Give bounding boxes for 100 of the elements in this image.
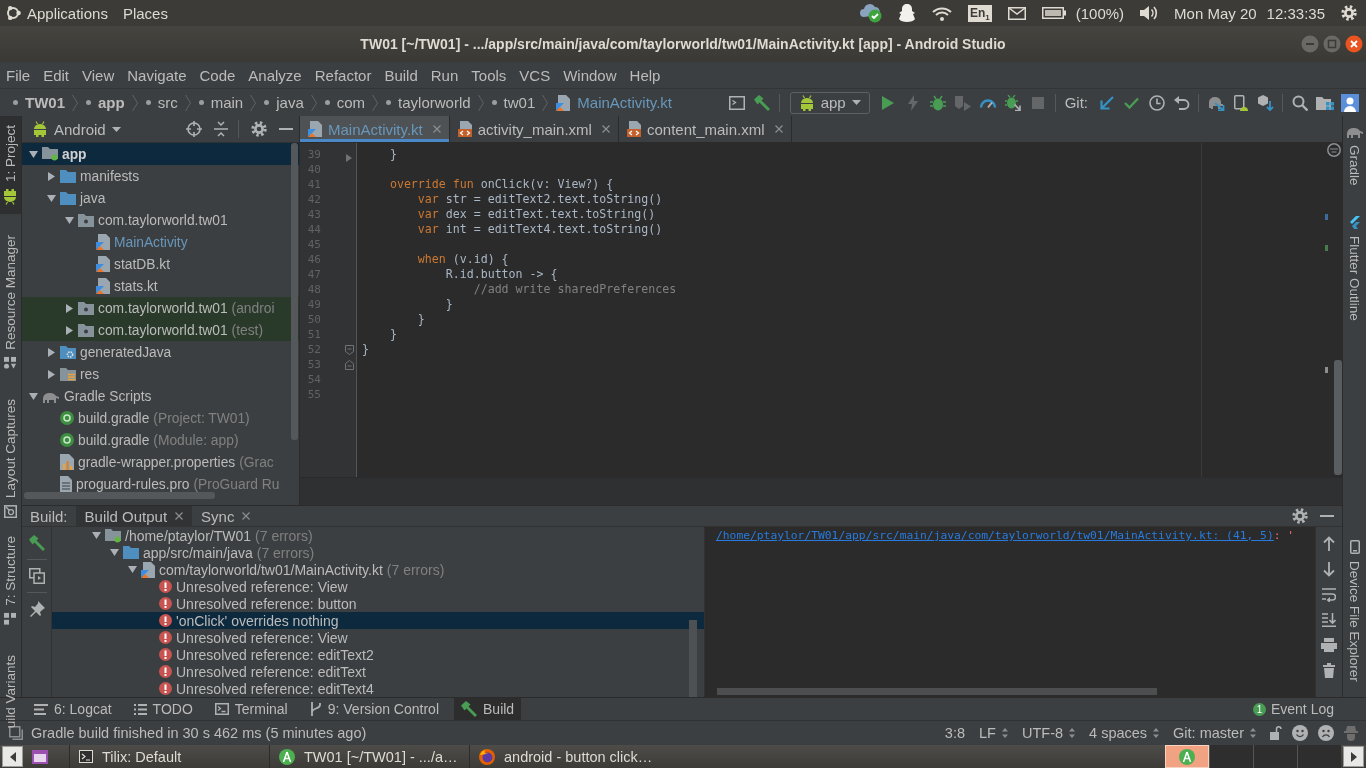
menu-item[interactable]: Code (199, 66, 236, 84)
workspace-tile[interactable] (1253, 745, 1297, 768)
menu-item[interactable]: Run (430, 66, 459, 84)
tool-window-tab[interactable]: 1: Project (0, 116, 21, 215)
tool-window-tab[interactable]: 7: Structure (0, 526, 21, 634)
taskbar-window[interactable]: TW01 [~/TW01] - .../a… (269, 745, 469, 768)
panel-menu[interactable]: Places (122, 4, 168, 22)
tree-item[interactable]: com.taylorworld.tw01 (androi (22, 297, 299, 319)
collapse-icon[interactable] (214, 121, 228, 137)
tree-item[interactable]: stats.kt (22, 275, 299, 297)
battery-icon[interactable] (1041, 7, 1066, 19)
fold-arrow-icon[interactable] (346, 154, 352, 162)
tree-item[interactable]: build.gradle (Module: app) (22, 429, 299, 451)
status-widget[interactable]: 4 spaces (1089, 725, 1160, 741)
menu-item[interactable]: Help (629, 66, 661, 84)
date-text[interactable]: Mon May 20 (1174, 4, 1257, 22)
tree-item[interactable]: generatedJava (22, 341, 299, 363)
triangle-down-icon[interactable] (109, 549, 119, 556)
tree-item[interactable]: com/taylorworld/tw01/MainActivity.kt (7 errors) (52, 561, 704, 578)
tree-item[interactable]: Unresolved reference: editText4 (52, 680, 704, 697)
soft-wrap-icon[interactable] (1322, 588, 1336, 602)
change-marker[interactable] (1325, 245, 1328, 251)
scrollbar-thumb[interactable] (24, 492, 215, 499)
triangle-down-icon[interactable] (46, 194, 56, 202)
workspace-tile[interactable] (1297, 745, 1341, 768)
scroll-left-button[interactable] (2, 746, 23, 767)
scrollbar-thumb[interactable] (1334, 360, 1342, 475)
tree-item[interactable]: Gradle Scripts (22, 385, 299, 407)
tree-item[interactable]: /home/ptaylor/TW01 (7 errors) (52, 527, 704, 544)
clock-text[interactable]: 12:33:35 (1266, 4, 1325, 22)
tree-item[interactable]: Unresolved reference: editText2 (52, 646, 704, 663)
tool-window-tab[interactable]: Build (454, 698, 522, 720)
tool-window-tab[interactable]: Layout Captures (0, 389, 21, 527)
triangle-down-icon[interactable] (64, 216, 74, 224)
window-app-icon[interactable] (32, 749, 48, 764)
gear-icon[interactable] (1292, 508, 1308, 524)
tree-item[interactable]: build.gradle (Project: TW01) (22, 407, 299, 429)
menu-item[interactable]: Edit (43, 66, 70, 84)
arrow-down-icon[interactable] (1323, 562, 1335, 577)
unlocked-padlock-icon[interactable] (1270, 726, 1282, 740)
tree-item[interactable]: java (22, 187, 299, 209)
scroll-right-button[interactable] (1343, 746, 1364, 767)
tree-item[interactable]: com.taylorworld.tw01 (22, 209, 299, 231)
menu-item[interactable]: Window (563, 66, 617, 84)
tree-item[interactable]: app (22, 143, 299, 165)
breadcrumb[interactable]: src (145, 94, 178, 111)
menu-item[interactable]: Analyze (248, 66, 302, 84)
tree-item[interactable]: MainActivity (22, 231, 299, 253)
close-icon[interactable] (1345, 35, 1363, 53)
run-config-dropdown[interactable]: app (789, 91, 870, 114)
breadcrumb[interactable]: TW01 (13, 94, 65, 111)
file-link[interactable]: /home/ptaylor/TW01/app/src/main/java/com/taylorworld/tw01/MainActivity.kt: (41, 5) (716, 528, 1274, 544)
breadcrumb[interactable]: main (198, 94, 244, 111)
tree-item[interactable]: Unresolved reference: View (52, 578, 704, 595)
breadcrumb[interactable]: taylorworld (386, 94, 471, 111)
editor-tab[interactable]: activity_main.xml (449, 116, 619, 142)
pin-icon[interactable] (28, 601, 45, 617)
tree-item[interactable]: Unresolved reference: View (52, 629, 704, 646)
tool-window-tab[interactable]: Terminal (207, 698, 295, 720)
tree-item[interactable]: gradle-wrapper.properties (Grac (22, 451, 299, 473)
menu-item[interactable]: Refactor (314, 66, 372, 84)
tool-window-tab[interactable]: TODO (126, 698, 200, 720)
editor-tab[interactable]: content_main.xml (618, 116, 792, 142)
tree-item[interactable]: app/src/main/java (7 errors) (52, 544, 704, 561)
scrollbar-thumb[interactable] (717, 688, 1157, 695)
menu-item[interactable]: VCS (519, 66, 551, 84)
status-widget[interactable]: UTF-8 (1021, 725, 1076, 741)
menu-item[interactable]: View (82, 66, 115, 84)
tool-window-tab[interactable]: uild Variants (0, 645, 21, 737)
smile-icon[interactable] (1292, 725, 1308, 741)
tool-window-tab[interactable]: Resource Manager (0, 226, 21, 378)
triangle-right-icon[interactable] (65, 325, 73, 335)
triangle-down-icon[interactable] (127, 566, 137, 573)
status-widget[interactable]: 3:8 (944, 725, 966, 741)
cloud-check-icon[interactable] (859, 3, 882, 23)
tool-window-tab[interactable]: Device File Explorer (1343, 531, 1366, 691)
tree-item[interactable]: statDB.kt (22, 253, 299, 275)
printer-icon[interactable] (1321, 638, 1337, 652)
panel-menu[interactable]: Applications (27, 4, 108, 22)
taskbar-window[interactable]: Tilix: Default (69, 745, 269, 768)
tree-item[interactable]: com.taylorworld.tw01 (test) (22, 319, 299, 341)
keyboard-layout-indicator[interactable]: En$_{1}$ (967, 4, 992, 22)
tool-window-tab[interactable]: Gradle (1343, 116, 1366, 195)
hammer-icon[interactable] (28, 535, 45, 551)
triangle-right-icon[interactable] (65, 303, 73, 313)
tool-window-tab[interactable]: 9: Version Control (302, 698, 446, 720)
gear-icon[interactable] (251, 121, 267, 137)
menu-item[interactable]: Navigate (127, 66, 187, 84)
fold-marker-icon[interactable] (345, 359, 354, 370)
gear-icon[interactable] (1341, 5, 1357, 21)
change-marker[interactable] (1325, 214, 1328, 220)
scrollbar-thumb[interactable] (291, 143, 298, 440)
wifi-icon[interactable] (931, 5, 952, 21)
status-widget[interactable]: Git: master (1173, 725, 1256, 741)
frown-icon[interactable] (1318, 725, 1334, 741)
triangle-right-icon[interactable] (47, 369, 55, 379)
scrollbar-thumb[interactable] (689, 620, 697, 697)
breadcrumb[interactable]: tw01 (491, 94, 536, 111)
event-log-button[interactable]: 1 Event Log (1252, 701, 1334, 717)
taskbar-window[interactable]: android - button click… (469, 745, 669, 768)
